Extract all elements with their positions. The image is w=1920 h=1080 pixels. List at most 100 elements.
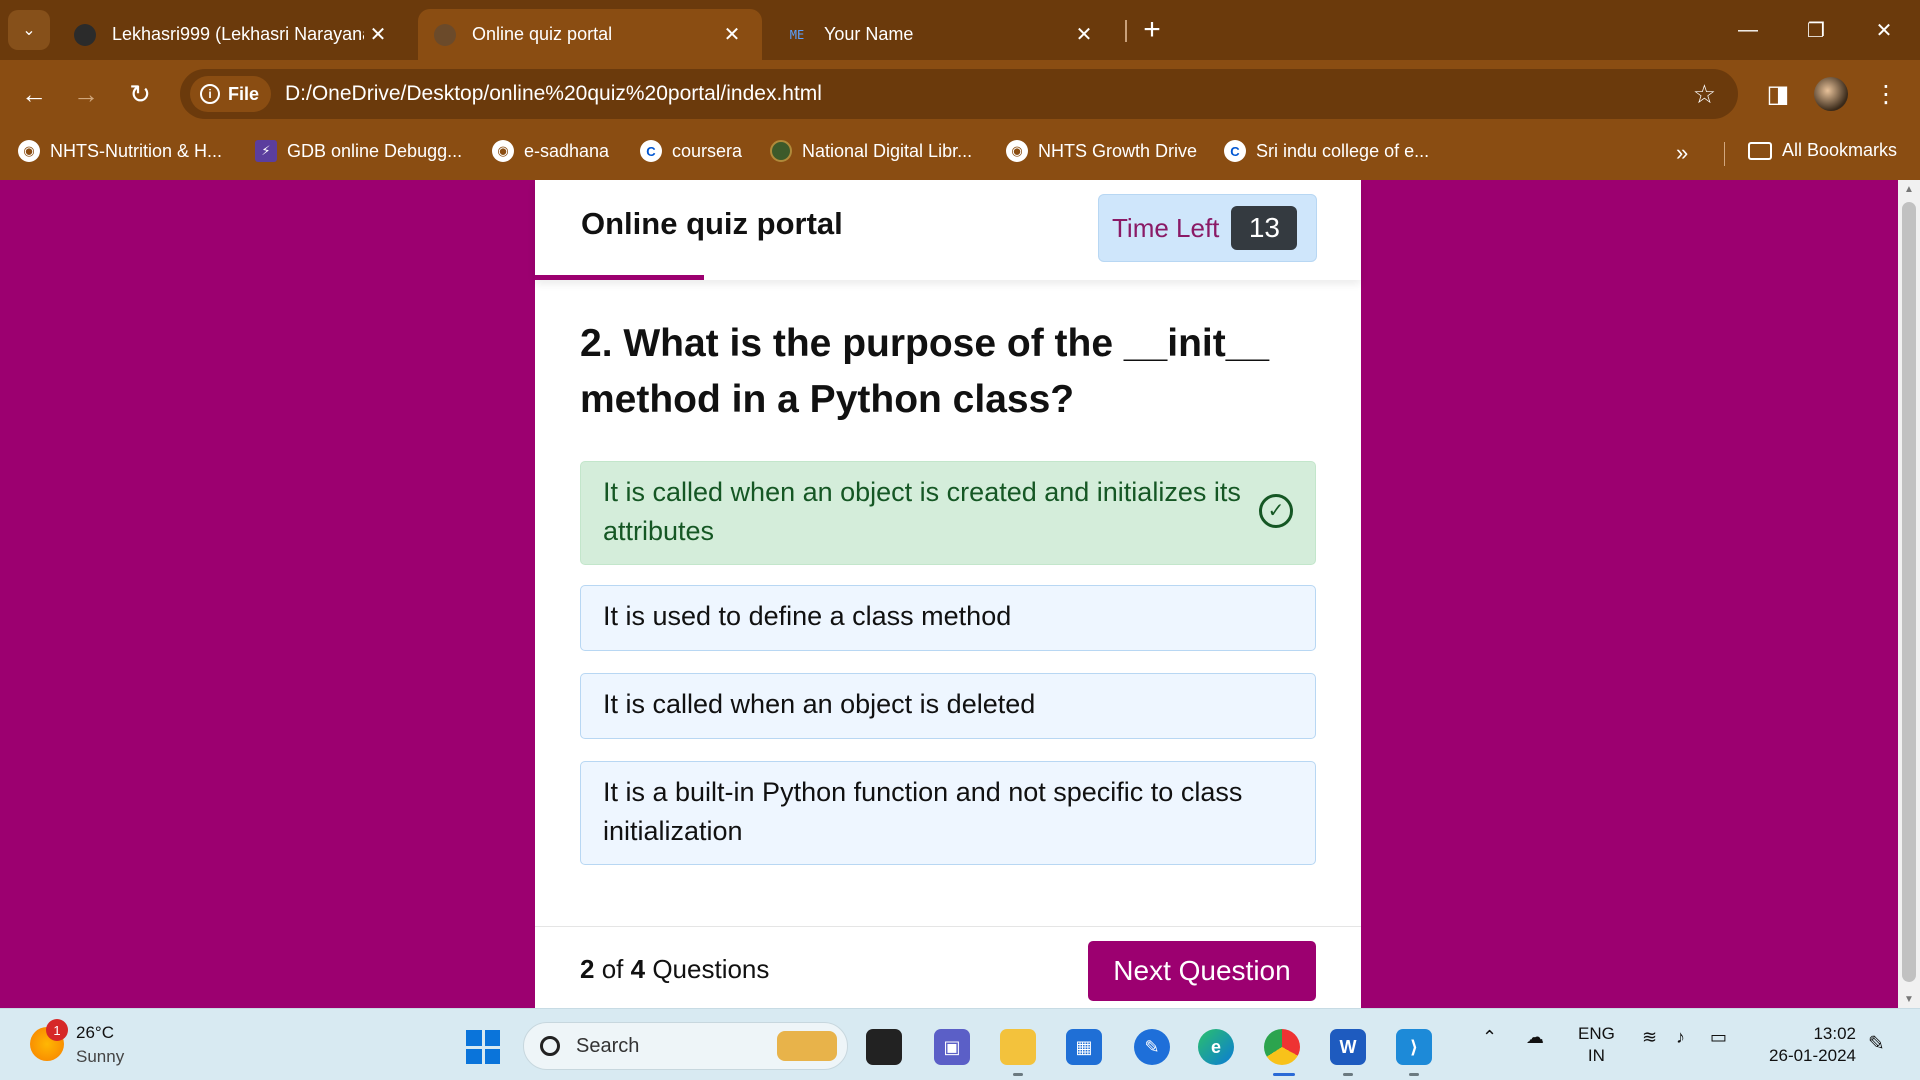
forward-button[interactable]: →	[66, 74, 106, 114]
site-info-chip[interactable]: i File	[190, 76, 272, 112]
minimize-button[interactable]: —	[1728, 14, 1768, 46]
bookmark-gdb-online[interactable]: ⚡ GDB online Debugg...	[255, 140, 462, 162]
volume-icon[interactable]: ♪	[1676, 1027, 1685, 1048]
new-tab-button[interactable]: +	[1136, 13, 1168, 46]
info-icon: i	[200, 84, 220, 104]
globe-icon	[434, 23, 456, 46]
notification-icon[interactable]: ✎	[1868, 1031, 1885, 1056]
tab-your-name[interactable]: ME Your Name ✕	[770, 9, 1114, 60]
page-viewport: Online quiz portal Time Left 13 2. What …	[0, 180, 1898, 1008]
close-window-button[interactable]: ✕	[1864, 14, 1904, 46]
chat-icon[interactable]: ▣	[934, 1029, 970, 1065]
bookmark-e-sadhana[interactable]: ◉ e-sadhana	[492, 140, 609, 162]
option-2[interactable]: It is used to define a class method	[580, 585, 1316, 651]
all-bookmarks-button[interactable]: All Bookmarks	[1748, 140, 1897, 161]
task-view-icon[interactable]	[866, 1029, 902, 1065]
coursera-icon: C	[640, 140, 662, 162]
scroll-up-icon[interactable]: ▲	[1898, 180, 1920, 198]
windows-start-icon[interactable]	[466, 1030, 500, 1064]
bookmark-label: NHTS-Nutrition & H...	[50, 140, 223, 161]
lightning-icon: ⚡	[255, 140, 277, 162]
bookmark-nhts-nutrition[interactable]: ◉ NHTS-Nutrition & H...	[18, 140, 222, 162]
weather-description[interactable]: Sunny	[76, 1047, 124, 1067]
counter-label: Questions	[652, 954, 770, 984]
tab-github[interactable]: Lekhasri999 (Lekhasri Narayana ✕	[58, 9, 408, 60]
vscode-icon[interactable]: ⟩	[1396, 1029, 1432, 1065]
all-bookmarks-label: All Bookmarks	[1782, 140, 1898, 160]
next-question-button[interactable]: Next Question	[1088, 941, 1316, 1001]
globe-icon: ◉	[18, 140, 40, 162]
file-explorer-icon[interactable]	[1000, 1029, 1036, 1065]
folder-icon	[1748, 141, 1772, 160]
clock-time: 13:02	[1813, 1024, 1856, 1043]
back-button[interactable]: ←	[14, 74, 54, 114]
globe-icon: ◉	[1006, 140, 1028, 162]
tab-online-quiz-portal[interactable]: Online quiz portal ✕	[418, 9, 762, 60]
menu-icon[interactable]: ⋮	[1866, 74, 1906, 114]
edge-icon[interactable]: e	[1198, 1029, 1234, 1065]
onedrive-icon[interactable]: ☁	[1526, 1027, 1544, 1048]
compass-app-icon[interactable]: ✎	[1134, 1029, 1170, 1065]
url-text[interactable]: D:/OneDrive/Desktop/online%20quiz%20port…	[285, 82, 822, 106]
bookmark-sri-indu-college[interactable]: C Sri indu college of e...	[1224, 140, 1429, 162]
tray-overflow-icon[interactable]: ⌃	[1482, 1027, 1497, 1048]
bookmarks-overflow-button[interactable]: »	[1676, 140, 1688, 166]
bookmark-label: GDB online Debugg...	[287, 140, 463, 161]
scroll-down-icon[interactable]: ▼	[1898, 990, 1920, 1008]
region-code: IN	[1587, 1046, 1605, 1065]
option-text: It is called when an object is created a…	[603, 477, 1241, 546]
tab-title: Lekhasri999 (Lekhasri Narayana	[112, 24, 364, 44]
side-panel-icon[interactable]: ◨	[1758, 74, 1798, 114]
bookmark-label: coursera	[672, 140, 743, 161]
counter-of: of	[601, 954, 624, 984]
library-icon	[770, 140, 792, 162]
search-highlight-icon	[777, 1031, 837, 1061]
restore-button[interactable]: ❐	[1796, 14, 1836, 46]
close-icon[interactable]: ✕	[718, 21, 746, 49]
page-scrollbar[interactable]: ▲ ▼	[1898, 180, 1920, 1008]
browser-toolbar: ← → ↻ i File D:/OneDrive/Desktop/online%…	[0, 60, 1920, 128]
microsoft-store-icon[interactable]: ▦	[1066, 1029, 1102, 1065]
language-indicator[interactable]: ENG IN	[1578, 1023, 1615, 1067]
search-placeholder: Search	[576, 1034, 640, 1057]
close-icon[interactable]: ✕	[1070, 21, 1098, 49]
battery-icon[interactable]: ▭	[1710, 1027, 1727, 1048]
tab-search-button[interactable]: ⌄	[8, 10, 50, 50]
bookmark-label: e-sadhana	[524, 140, 610, 161]
bookmark-national-digital-library[interactable]: National Digital Libr...	[770, 140, 972, 162]
taskbar: 1 26°C Sunny Search ▣ ▦ ✎ e W ⟩ ⌃ ☁ ENG …	[0, 1008, 1920, 1080]
tab-title: Online quiz portal	[472, 24, 613, 44]
timer-label: Time Left	[1112, 212, 1220, 243]
running-indicator	[1343, 1073, 1353, 1076]
scrollbar-thumb[interactable]	[1902, 202, 1916, 982]
progress-bar	[535, 275, 705, 280]
clock-date: 26-01-2024	[1769, 1046, 1856, 1065]
counter-current: 2	[580, 954, 595, 984]
chrome-icon[interactable]	[1264, 1029, 1300, 1065]
option-1[interactable]: It is called when an object is created a…	[580, 461, 1316, 565]
coursera-icon: C	[1224, 140, 1246, 162]
option-3[interactable]: It is called when an object is deleted	[580, 673, 1316, 739]
running-indicator	[1013, 1073, 1023, 1076]
wifi-icon[interactable]: ≋	[1642, 1027, 1657, 1048]
option-text: It is called when an object is deleted	[603, 689, 1036, 719]
taskbar-search[interactable]: Search	[523, 1022, 848, 1070]
bookmark-label: NHTS Growth Drive	[1038, 140, 1198, 161]
avatar[interactable]	[1814, 77, 1848, 111]
option-text: It is a built-in Python function and not…	[603, 777, 1243, 846]
active-indicator	[1273, 1073, 1295, 1076]
word-icon[interactable]: W	[1330, 1029, 1366, 1065]
close-icon[interactable]: ✕	[364, 21, 392, 49]
bookmark-star-icon[interactable]: ☆	[1693, 79, 1716, 110]
reload-button[interactable]: ↻	[120, 74, 160, 114]
running-indicator	[1409, 1073, 1419, 1076]
me-icon: ME	[789, 27, 805, 42]
quiz-card: Online quiz portal Time Left 13 2. What …	[535, 180, 1361, 1008]
bookmark-coursera[interactable]: C coursera	[640, 140, 742, 162]
system-clock[interactable]: 13:02 26-01-2024	[1760, 1023, 1856, 1067]
address-bar[interactable]: i File D:/OneDrive/Desktop/online%20quiz…	[180, 69, 1738, 119]
option-4[interactable]: It is a built-in Python function and not…	[580, 761, 1316, 865]
bookmark-nhts-growth-drive[interactable]: ◉ NHTS Growth Drive	[1006, 140, 1197, 162]
bookmark-label: Sri indu college of e...	[1256, 140, 1430, 161]
weather-temperature[interactable]: 26°C	[76, 1023, 114, 1043]
